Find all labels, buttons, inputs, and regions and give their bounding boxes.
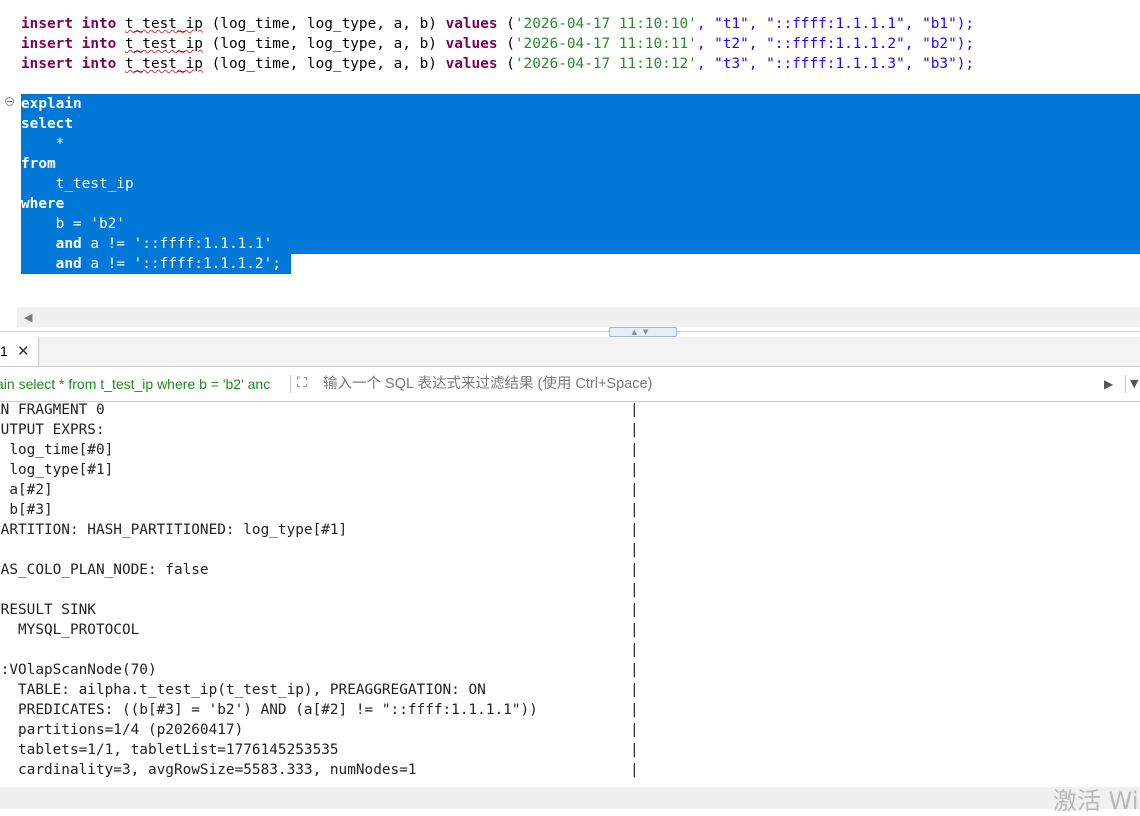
- result-row: partitions=1/4 (p20260417): [0, 722, 244, 738]
- result-row: a[#2]: [9, 482, 53, 498]
- column-separator: |: [630, 502, 639, 518]
- column-separator: |: [630, 702, 639, 718]
- column-separator: |: [630, 542, 639, 558]
- column-separator: |: [630, 462, 639, 478]
- result-row: TABLE: ailpha.t_test_ip(t_test_ip), PREA…: [0, 682, 486, 698]
- column-separator: |: [630, 722, 639, 738]
- editor-horizontal-scrollbar[interactable]: ◀: [17, 307, 1140, 327]
- column-separator: |: [630, 422, 639, 438]
- editor-gutter: [0, 0, 17, 307]
- code-line-star: *: [21, 136, 65, 152]
- result-row: log_type[#1]: [0, 462, 114, 478]
- code-line-insert-2: insert into t_test_ip (log_time, log_typ…: [21, 36, 975, 52]
- code-line-explain: explain: [21, 96, 82, 112]
- code-line-cond-a2: and a != '::ffff:1.1.1.2';: [21, 256, 281, 272]
- column-separator: |: [630, 662, 639, 678]
- column-separator: |: [630, 402, 639, 418]
- column-separator: |: [630, 642, 639, 658]
- splitter-line: [0, 331, 1140, 332]
- sql-editor[interactable]: insert into t_test_ip (log_time, log_typ…: [0, 0, 1140, 307]
- query-text: ain select * from t_test_ip where b = 'b…: [0, 376, 271, 392]
- result-row: PREDICATES: ((b[#3] = 'b2') AND (a[#2] !…: [0, 702, 538, 718]
- code-line-insert-3: insert into t_test_ip (log_time, log_typ…: [21, 56, 975, 72]
- fold-collapse-icon[interactable]: [5, 97, 14, 106]
- code-line-cond-a1: and a != '::ffff:1.1.1.1': [21, 236, 273, 252]
- column-separator: |: [630, 762, 639, 778]
- result-row: cardinality=3, avgRowSize=5583.333, numN…: [0, 762, 417, 778]
- result-row: log_time[#0]: [0, 442, 114, 458]
- code-line-from: from: [21, 156, 56, 172]
- status-strip: [0, 787, 1140, 809]
- result-row: b[#3]: [9, 502, 53, 518]
- code-line-cond-b: b = 'b2': [21, 216, 125, 232]
- expand-icon[interactable]: ⛶: [297, 375, 307, 391]
- result-row: AN FRAGMENT 0: [0, 402, 105, 418]
- column-separator: |: [630, 442, 639, 458]
- splitter-handle[interactable]: ▲▼: [609, 327, 677, 337]
- result-tab-strip: 1 ✕: [0, 337, 1140, 367]
- column-separator: |: [630, 482, 639, 498]
- divider: [290, 375, 291, 393]
- tab-result-1[interactable]: 1 ✕: [0, 337, 39, 366]
- code-line-select: select: [21, 116, 73, 132]
- apply-filter-icon[interactable]: ▶: [1104, 367, 1113, 401]
- code-line-table: t_test_ip: [21, 176, 134, 192]
- column-separator: |: [630, 522, 639, 538]
- result-row: tablets=1/1, tabletList=1776145253535: [0, 742, 339, 758]
- column-separator: |: [630, 742, 639, 758]
- activation-watermark: 激活 Wi: [1053, 787, 1139, 815]
- column-separator: |: [630, 562, 639, 578]
- filter-bar: ain select * from t_test_ip where b = 'b…: [0, 367, 1140, 402]
- column-separator: |: [630, 602, 639, 618]
- text-selection: [21, 94, 1140, 254]
- code-line-where: where: [21, 196, 65, 212]
- filter-input[interactable]: [323, 367, 1093, 401]
- divider: [1125, 375, 1126, 393]
- column-separator: |: [630, 582, 639, 598]
- result-row: VRESULT SINK: [0, 602, 96, 618]
- result-row: 0:VOlapScanNode(70): [0, 662, 157, 678]
- scroll-left-icon[interactable]: ◀: [24, 311, 32, 324]
- code-line-insert-1: insert into t_test_ip (log_time, log_typ…: [21, 16, 975, 32]
- result-row: OUTPUT EXPRS:: [0, 422, 105, 438]
- column-separator: |: [630, 682, 639, 698]
- result-grid[interactable]: AN FRAGMENT 0 OUTPUT EXPRS: log_time[#0]…: [0, 402, 1140, 787]
- result-row: HAS_COLO_PLAN_NODE: false: [0, 562, 209, 578]
- column-separator: |: [630, 622, 639, 638]
- panel-splitter[interactable]: ▲▼: [0, 327, 1140, 337]
- result-row: PARTITION: HASH_PARTITIONED: log_type[#1…: [0, 522, 348, 538]
- tab-label: 1: [0, 343, 8, 359]
- chevron-down-icon[interactable]: ▼: [1130, 367, 1138, 401]
- result-row: MYSQL_PROTOCOL: [0, 622, 140, 638]
- close-icon[interactable]: ✕: [17, 337, 30, 366]
